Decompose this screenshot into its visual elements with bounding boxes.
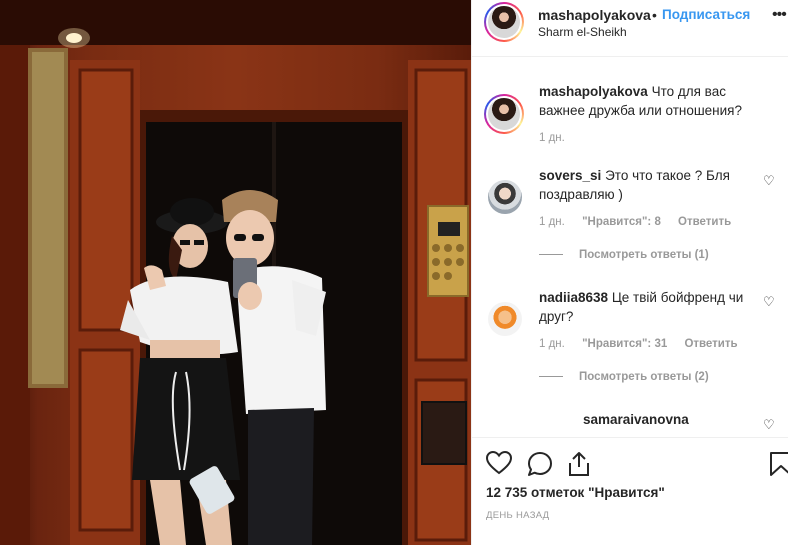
heart-icon[interactable] [486,451,512,475]
follow-button[interactable]: Подписаться [662,7,750,22]
replies-divider-line [539,254,563,256]
likes-count[interactable]: 12 735 отметок "Нравится" [486,485,665,500]
view-replies-label: Посмотреть ответы (2) [579,371,709,383]
comment-time[interactable]: 1 дн. [539,216,565,228]
caption-text: mashapolyakova Что для вас важнее дружба… [539,82,759,120]
replies-divider-line [539,376,563,378]
commenter-username-link[interactable]: sovers_si [539,168,601,183]
post-photo[interactable] [0,0,471,545]
author-avatar[interactable] [484,2,524,42]
commenter-avatar[interactable] [488,302,522,336]
post-actions: 12 735 отметок "Нравится" ДЕНЬ НАЗАД [472,437,788,545]
comment-text: nadiia8638 Це твій бойфренд чи друг? [539,288,759,326]
comment-meta: 1 дн. "Нравится": 31 Ответить [539,338,752,350]
comment-icon[interactable] [527,451,553,477]
post-side-panel: mashapolyakova • Подписаться Sharm el-Sh… [471,0,788,545]
reply-button[interactable]: Ответить [678,216,731,228]
post-header: mashapolyakova • Подписаться Sharm el-Sh… [472,0,788,57]
bookmark-icon[interactable] [769,451,788,477]
comments-list[interactable]: mashapolyakova Что для вас важнее дружба… [472,58,788,436]
comment-like-heart-icon[interactable]: ♡ [763,173,775,189]
reply-button[interactable]: Ответить [684,338,737,350]
commenter-username-link[interactable]: nadiia8638 [539,290,608,305]
reply-text: samaraivanovna [583,410,763,429]
comment-like-heart-icon[interactable]: ♡ [763,417,775,433]
author-username-link[interactable]: mashapolyakova [538,7,651,23]
caption-username-link[interactable]: mashapolyakova [539,84,648,99]
comment-likes-count[interactable]: "Нравится": 8 [582,216,661,228]
view-replies-button[interactable]: Посмотреть ответы (2) [539,371,709,383]
separator-dot: • [652,7,657,23]
reply-body-clipped: ______________ [583,430,733,436]
view-replies-label: Посмотреть ответы (1) [579,249,709,261]
share-icon[interactable] [567,451,591,477]
view-replies-button[interactable]: Посмотреть ответы (1) [539,249,709,261]
caption-time[interactable]: 1 дн. [539,132,565,144]
comment-meta: 1 дн. "Нравится": 8 Ответить [539,216,745,228]
elevator-selfie-image [0,0,471,545]
comment-likes-count[interactable]: "Нравится": 31 [582,338,667,350]
ellipsis-icon[interactable]: ••• [772,6,787,24]
location-link[interactable]: Sharm el-Sheikh [538,25,627,39]
comment-text: sovers_si Это что такое ? Бля поздравляю… [539,166,759,204]
comment-time[interactable]: 1 дн. [539,338,565,350]
commenter-avatar[interactable] [488,180,522,214]
caption-author-avatar[interactable] [484,94,524,134]
commenter-username-link[interactable]: samaraivanovna [583,412,689,427]
comment-like-heart-icon[interactable]: ♡ [763,294,775,310]
post-timestamp[interactable]: ДЕНЬ НАЗАД [486,510,549,521]
caption-meta: 1 дн. [539,132,579,144]
